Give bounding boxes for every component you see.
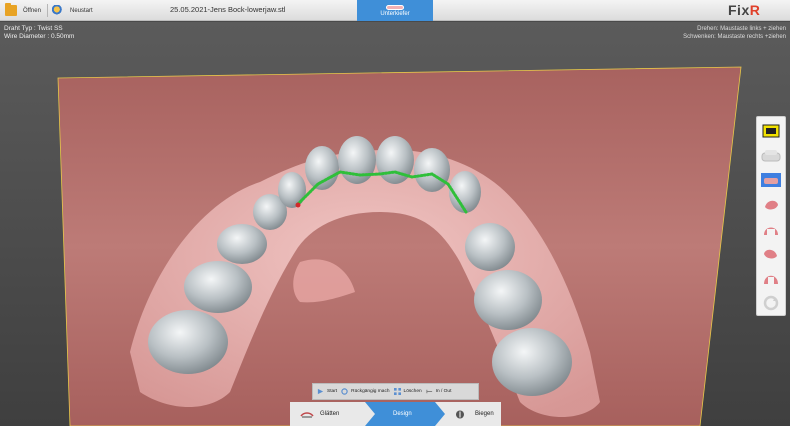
mouse-hints: Drehen: Maustaste links + ziehen Schwenk… xyxy=(683,25,786,41)
wire-diameter: Wire Diameter : 0.50mm xyxy=(4,33,75,40)
step-arrow xyxy=(365,402,375,426)
in-out-tool[interactable]: In / Out xyxy=(426,388,452,395)
delete-icon xyxy=(393,388,401,395)
toolbar-divider xyxy=(47,4,48,17)
tab-lower-jaw-label: Unterkiefer xyxy=(380,10,410,17)
restart-label: Neustart xyxy=(70,7,93,14)
undo-icon xyxy=(341,388,348,395)
top-toolbar: Öffnen Neustart 25.05.2021-Jens Bock-low… xyxy=(0,0,790,21)
step-smooth[interactable]: Glätten xyxy=(290,402,375,426)
smooth-icon xyxy=(300,411,314,418)
in-out-label: In / Out xyxy=(435,389,452,394)
undo-tool[interactable]: Rückgängig mach xyxy=(341,388,390,395)
view-back-jaw-icon[interactable] xyxy=(760,268,782,289)
app-logo: FixR xyxy=(728,2,760,18)
reset-view-icon[interactable] xyxy=(760,293,782,314)
play-icon xyxy=(317,388,324,395)
step-design[interactable]: Design xyxy=(365,402,445,426)
step-smooth-label: Glätten xyxy=(320,411,340,417)
delete-label: Löschen xyxy=(403,389,422,394)
logo-text: Fix xyxy=(728,2,750,18)
lower-jaw-icon[interactable] xyxy=(760,170,782,191)
logo-accent: R xyxy=(749,2,761,18)
wire-type: Draht Typ : Twist SS xyxy=(4,25,63,32)
undo-label: Rückgängig mach xyxy=(351,389,390,394)
wire-info: Draht Typ : Twist SS Wire Diameter : 0.5… xyxy=(4,25,74,41)
folder-icon xyxy=(5,3,17,16)
start-tool[interactable]: Start xyxy=(317,388,337,395)
wire-edit-toolbar: Start Rückgängig mach Löschen In / Out xyxy=(312,383,479,400)
3d-viewport[interactable]: Draht Typ : Twist SS Wire Diameter : 0.5… xyxy=(0,22,790,426)
view-right-icon[interactable] xyxy=(760,244,782,265)
open-button[interactable]: Öffnen xyxy=(5,2,41,19)
restart-button[interactable]: Neustart xyxy=(52,2,93,19)
jaw-scene xyxy=(57,66,742,426)
view-left-icon[interactable] xyxy=(760,195,782,216)
pan-hint: Schwenken: Maustaste rechts +ziehen xyxy=(683,34,786,40)
bend-icon xyxy=(456,410,464,418)
tab-lower-jaw[interactable]: Unterkiefer xyxy=(357,0,433,21)
step-arrow xyxy=(435,402,445,426)
step-bend-label: Biegen xyxy=(475,411,494,417)
delete-tool[interactable]: Löschen xyxy=(393,388,422,395)
start-label: Start xyxy=(327,389,338,394)
open-label: Öffnen xyxy=(23,7,41,14)
upper-jaw-icon[interactable] xyxy=(760,146,782,167)
view-palette xyxy=(756,116,786,316)
rotate-hint: Drehen: Maustaste links + ziehen xyxy=(697,26,786,32)
restart-icon xyxy=(52,5,64,16)
workflow-steps: Glätten Design Biegen xyxy=(290,402,501,426)
in-out-icon xyxy=(426,389,432,394)
view-front-jaw-icon[interactable] xyxy=(760,219,782,240)
view-front-icon[interactable] xyxy=(760,121,782,142)
lower-jaw-tab-icon xyxy=(386,4,404,10)
step-design-label: Design xyxy=(393,411,412,417)
file-title: 25.05.2021-Jens Bock-lowerjaw.stl xyxy=(170,5,286,14)
